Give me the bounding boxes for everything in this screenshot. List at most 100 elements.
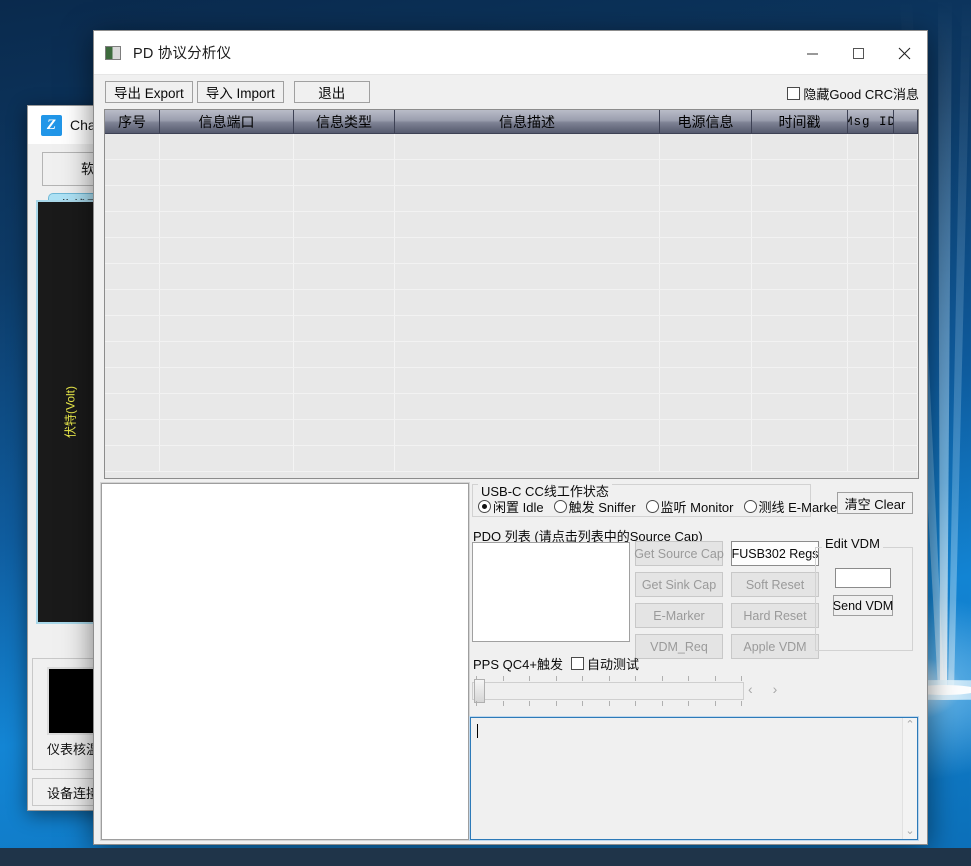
cc-state-radio[interactable]: 监听 Monitor: [646, 497, 734, 516]
table-cell: [752, 446, 848, 471]
slider-prev-icon[interactable]: ‹: [748, 681, 753, 697]
maximize-button[interactable]: [835, 31, 881, 75]
table-cell: [105, 446, 160, 471]
table-cell: [294, 342, 395, 367]
checkbox-box[interactable]: [787, 87, 800, 100]
table-header-cell[interactable]: 序号: [105, 110, 160, 134]
table-row[interactable]: [105, 342, 918, 368]
table-cell: [160, 342, 294, 367]
table-cell: [848, 368, 894, 393]
table-cell: [294, 238, 395, 263]
table-cell: [848, 420, 894, 445]
import-button[interactable]: 导入 Import: [197, 81, 284, 103]
slider-tick: [635, 676, 636, 681]
scroll-down-icon[interactable]: ⌄: [905, 826, 914, 837]
table-cell: [160, 238, 294, 263]
scroll-up-icon[interactable]: ⌃: [905, 720, 914, 731]
table-row[interactable]: [105, 264, 918, 290]
cc-state-radio[interactable]: 触发 Sniffer: [554, 497, 636, 516]
clear-button[interactable]: 清空 Clear: [837, 492, 913, 514]
message-table[interactable]: 序号信息端口信息类型信息描述电源信息时间戳Msg ID: [104, 109, 919, 479]
table-header-cell[interactable]: 信息描述: [395, 110, 660, 134]
slider-tick: [609, 676, 610, 681]
slider-tick: [688, 676, 689, 681]
console-textarea[interactable]: ⌃ ⌄: [470, 717, 918, 840]
slider-thumb[interactable]: [474, 679, 485, 703]
table-row[interactable]: [105, 420, 918, 446]
table-cell: [395, 238, 660, 263]
hide-good-crc-checkbox[interactable]: 隐藏Good CRC消息: [787, 84, 919, 103]
cc-state-radio[interactable]: 测线 E-Marker: [744, 497, 842, 516]
table-row[interactable]: [105, 238, 918, 264]
table-row[interactable]: [105, 394, 918, 420]
table-row[interactable]: [105, 134, 918, 160]
table-cell: [894, 446, 918, 471]
table-header-cell[interactable]: 时间戳: [752, 110, 848, 134]
table-header-cell[interactable]: 信息端口: [160, 110, 294, 134]
vdm-input[interactable]: [835, 568, 891, 588]
table-cell: [848, 212, 894, 237]
table-cell: [294, 420, 395, 445]
table-cell: [105, 160, 160, 185]
table-row[interactable]: [105, 186, 918, 212]
table-cell: [752, 238, 848, 263]
table-cell: [160, 186, 294, 211]
export-button[interactable]: 导出 Export: [105, 81, 193, 103]
table-header-cell[interactable]: 电源信息: [660, 110, 752, 134]
table-header-cell[interactable]: 信息类型: [294, 110, 395, 134]
close-button[interactable]: [881, 31, 927, 75]
log-detail-panel[interactable]: [101, 483, 469, 840]
table-cell: [395, 316, 660, 341]
table-cell: [105, 368, 160, 393]
table-cell: [752, 212, 848, 237]
window-titlebar[interactable]: PD 协议分析仪: [94, 31, 927, 75]
text-caret: [477, 724, 478, 738]
cc-state-radio[interactable]: 闲置 Idle: [478, 497, 544, 516]
table-cell: [752, 186, 848, 211]
table-body[interactable]: [105, 134, 918, 472]
radio-button[interactable]: [646, 500, 659, 513]
table-row[interactable]: [105, 290, 918, 316]
table-cell: [294, 264, 395, 289]
radio-button[interactable]: [554, 500, 567, 513]
slider-stepper: ‹ ›: [748, 681, 777, 697]
checkbox-box[interactable]: [571, 657, 584, 670]
table-cell: [294, 212, 395, 237]
table-cell: [660, 394, 752, 419]
slider-tick: [529, 701, 530, 706]
table-row[interactable]: [105, 212, 918, 238]
send-vdm-button[interactable]: Send VDM: [833, 595, 893, 616]
table-row[interactable]: [105, 446, 918, 472]
cc-state-radio-label: 触发 Sniffer: [569, 497, 636, 516]
table-cell: [660, 368, 752, 393]
command-button-fusb302-regs[interactable]: FUSB302 Regs: [731, 541, 819, 566]
table-row[interactable]: [105, 160, 918, 186]
table-cell: [660, 264, 752, 289]
table-cell: [395, 160, 660, 185]
table-cell: [848, 160, 894, 185]
taskbar[interactable]: [0, 848, 971, 866]
command-button-hard-reset: Hard Reset: [731, 603, 819, 628]
exit-button[interactable]: 退出: [294, 81, 370, 103]
slider-track[interactable]: [472, 682, 744, 700]
table-cell: [894, 316, 918, 341]
auto-test-checkbox[interactable]: 自动测试: [571, 654, 639, 673]
table-row[interactable]: [105, 368, 918, 394]
pdo-list[interactable]: [472, 542, 630, 642]
pps-slider[interactable]: [472, 676, 744, 706]
table-header-cell[interactable]: [894, 110, 918, 134]
table-cell: [894, 290, 918, 315]
radio-button[interactable]: [744, 500, 757, 513]
radio-button[interactable]: [478, 500, 491, 513]
pps-row: PPS QC4+触发 自动测试: [473, 654, 639, 673]
console-scrollbar[interactable]: ⌃ ⌄: [902, 718, 917, 839]
table-header-cell[interactable]: Msg ID: [848, 110, 894, 134]
cc-state-radio-group[interactable]: 闲置 Idle 触发 Sniffer 监听 Monitor 测线 E-Marker: [478, 497, 842, 516]
toolbar: 导出 Export 导入 Import 退出 隐藏Good CRC消息: [94, 75, 927, 111]
command-button-get-sink-cap: Get Sink Cap: [635, 572, 723, 597]
table-cell: [752, 420, 848, 445]
table-cell: [848, 342, 894, 367]
minimize-button[interactable]: [789, 31, 835, 75]
slider-next-icon[interactable]: ›: [773, 681, 778, 697]
table-row[interactable]: [105, 316, 918, 342]
